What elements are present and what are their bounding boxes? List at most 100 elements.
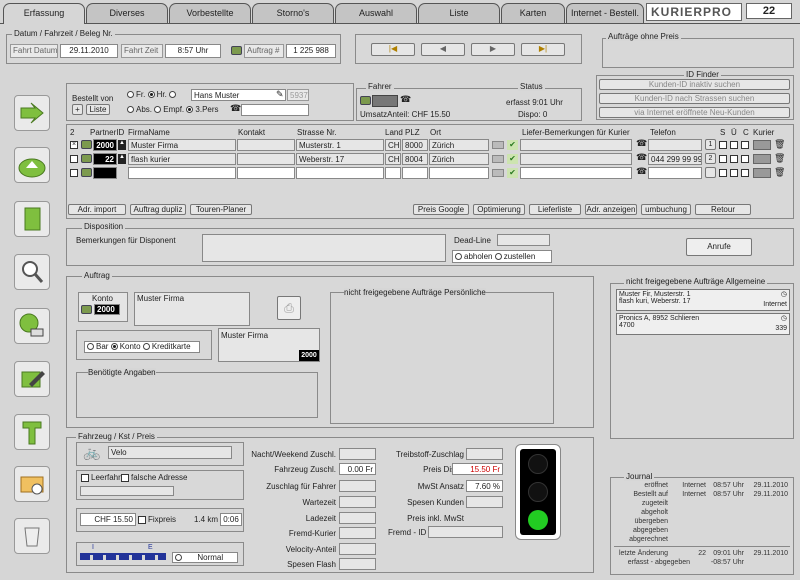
kurier-field[interactable]	[753, 140, 771, 150]
bemerkungen-field[interactable]	[520, 139, 632, 151]
kontakt-field[interactable]	[237, 153, 295, 165]
auftrag-firma-field[interactable]: Muster Firma	[134, 292, 250, 326]
nav-prev-button[interactable]: ◀	[421, 43, 465, 56]
tab-diverses[interactable]: Diverses	[86, 3, 168, 23]
row-checkbox[interactable]	[70, 155, 78, 163]
telefon-field[interactable]: 044 299 99 99	[648, 153, 702, 165]
tab-stornos[interactable]: Storno's	[252, 3, 334, 23]
trash-icon[interactable]	[14, 518, 50, 554]
row-trash-icon[interactable]: 🗑	[774, 153, 785, 164]
list-item[interactable]: Muster Fir, Musterstr. 1 flash kuri, Web…	[616, 289, 790, 311]
surcharge-field[interactable]	[339, 448, 376, 460]
duration-field[interactable]: 0:06	[220, 513, 242, 526]
liste-button[interactable]: Liste	[86, 104, 110, 115]
nav-last-button[interactable]: ▶|	[521, 43, 565, 56]
c-checkbox[interactable]	[741, 155, 749, 163]
kurier-field[interactable]	[753, 168, 771, 178]
trip-note-field[interactable]	[80, 486, 174, 496]
row-phone-icon[interactable]: ☎	[636, 166, 647, 177]
touren-planer-button[interactable]: Touren-Planer	[190, 204, 252, 215]
kontakt-field[interactable]	[237, 139, 295, 151]
map-button[interactable]	[492, 155, 504, 163]
firma-field[interactable]: flash kurier	[128, 153, 236, 165]
driver-field[interactable]	[372, 95, 398, 107]
forward-arrow-icon[interactable]	[14, 95, 50, 131]
fixpreis-checkbox[interactable]	[138, 516, 146, 524]
fremd-id-field[interactable]	[428, 526, 503, 538]
kunden-id-strassen-button[interactable]: Kunden-ID nach Strassen suchen	[599, 93, 790, 104]
text-t-icon[interactable]	[14, 414, 50, 450]
partner-id-field[interactable]	[93, 167, 117, 179]
surcharge-field[interactable]	[339, 512, 376, 524]
contact-phone-field[interactable]	[241, 104, 309, 116]
map-button[interactable]	[492, 169, 504, 177]
s-checkbox[interactable]	[719, 169, 727, 177]
tab-karten[interactable]: Karten	[501, 3, 565, 23]
leerfahrt-checkbox[interactable]	[81, 474, 89, 482]
land-field[interactable]	[385, 167, 401, 179]
preis-google-button[interactable]: Preis Google	[413, 204, 469, 215]
nav-first-button[interactable]: |◀	[371, 43, 415, 56]
adr-import-button[interactable]: Adr. import	[68, 204, 126, 215]
bemerkungen-field[interactable]	[520, 167, 632, 179]
s-checkbox[interactable]	[719, 155, 727, 163]
surcharge-field[interactable]: 0.00 Fr	[339, 463, 376, 475]
strasse-field[interactable]	[296, 167, 384, 179]
partner-id-field[interactable]: 22	[93, 153, 117, 165]
list-item[interactable]: Pronics A, 8952 Schlieren 4700 339 ◷	[616, 313, 790, 335]
land-field[interactable]: CH	[385, 153, 401, 165]
adr-anzeigen-button[interactable]: Adr. anzeigen	[585, 204, 637, 215]
firma-field[interactable]	[128, 167, 236, 179]
pencil-icon[interactable]: ✎	[276, 89, 284, 100]
tab-internet-bestell[interactable]: Internet - Bestell.	[566, 3, 644, 23]
check-icon[interactable]: ✔	[507, 140, 518, 150]
mode-selector[interactable]: Normal	[172, 552, 238, 563]
anrufe-button[interactable]: Anrufe	[686, 238, 752, 256]
partner-id-field[interactable]: 2000	[93, 139, 117, 151]
tab-vorbestellte[interactable]: Vorbestellte	[169, 3, 251, 23]
u-checkbox[interactable]	[730, 169, 738, 177]
fahrt-datum-field[interactable]: 29.11.2010	[60, 44, 118, 58]
falsche-adresse-checkbox[interactable]	[121, 474, 129, 482]
add-button[interactable]: +	[72, 104, 83, 115]
firma-field[interactable]: Muster Firma	[128, 139, 236, 151]
bemerkungen-disponent-field[interactable]	[202, 234, 446, 262]
row-number-button[interactable]	[705, 167, 716, 178]
auftrag-number-field[interactable]: 1 225 988	[286, 44, 336, 58]
ort-field[interactable]	[429, 167, 489, 179]
mwst-field[interactable]: 7.60 %	[466, 480, 503, 492]
price-field[interactable]	[466, 448, 503, 460]
preis-dispo-field[interactable]: 15.50 Fr	[452, 463, 503, 475]
driver-phone-icon[interactable]: ☎	[400, 94, 411, 105]
c-checkbox[interactable]	[741, 169, 749, 177]
nav-next-button[interactable]: ▶	[471, 43, 515, 56]
row-trash-icon[interactable]: 🗑	[774, 139, 785, 150]
up-icon[interactable]: ▲	[118, 154, 126, 164]
row-checkbox[interactable]: ×	[70, 141, 78, 149]
edit-pen-icon[interactable]	[14, 361, 50, 397]
kontakt-field[interactable]	[237, 167, 295, 179]
salutation-radio-group[interactable]: Fr. Hr.	[127, 90, 178, 99]
abholen-zustellen-radio[interactable]: abholen zustellen	[452, 250, 552, 263]
phone-icon[interactable]: ☎	[230, 103, 241, 114]
u-checkbox[interactable]	[730, 141, 738, 149]
role-radio-group[interactable]: Abs. Empf. 3.Pers	[127, 105, 219, 114]
row-phone-icon[interactable]: ☎	[636, 138, 647, 149]
chf-field[interactable]: CHF 15.50	[80, 513, 136, 526]
up-icon[interactable]: ▲	[118, 140, 126, 150]
house-icon[interactable]	[14, 147, 50, 183]
telefon-field[interactable]	[648, 139, 702, 151]
umbuchung-button[interactable]: umbuchung	[641, 204, 691, 215]
auftrag-dupliz-button[interactable]: Auftrag dupliz	[130, 204, 186, 215]
telefon-field[interactable]	[648, 167, 702, 179]
check-icon[interactable]: ✔	[507, 154, 518, 164]
deadline-field[interactable]	[497, 234, 550, 246]
row-checkbox[interactable]	[70, 169, 78, 177]
globe-truck-icon[interactable]	[14, 308, 50, 344]
plz-field[interactable]	[402, 167, 428, 179]
ort-field[interactable]: Zürich	[429, 153, 489, 165]
u-checkbox[interactable]	[730, 155, 738, 163]
retour-button[interactable]: Retour	[695, 204, 751, 215]
konto-number[interactable]: 2000	[94, 304, 120, 315]
kurier-field[interactable]	[753, 154, 771, 164]
